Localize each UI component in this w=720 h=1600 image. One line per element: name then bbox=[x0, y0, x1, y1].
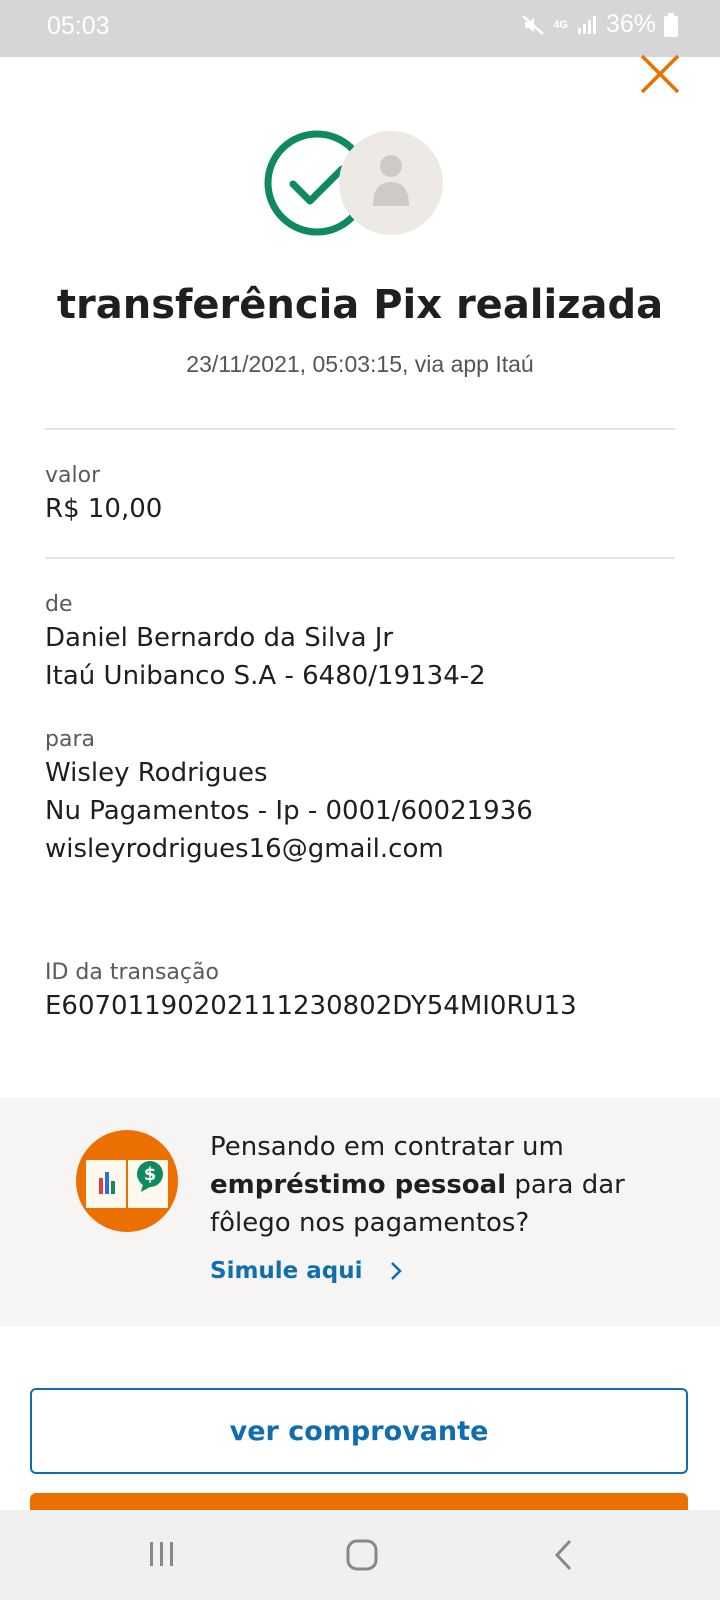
sender-bank: Itaú Unibanco S.A - 6480/19134-2 bbox=[45, 661, 486, 691]
promo-text-bold: empréstimo pessoal bbox=[210, 1170, 507, 1200]
recipient-email: wisleyrodrigues16@gmail.com bbox=[45, 834, 444, 864]
para-label: para bbox=[45, 727, 95, 752]
battery-icon bbox=[664, 12, 678, 37]
network-label: 4G bbox=[553, 18, 568, 31]
back-icon[interactable] bbox=[552, 1538, 576, 1572]
transaction-id-value: E60701190202111230802DY54MI0RU13 bbox=[45, 991, 577, 1021]
chevron-right-icon bbox=[390, 1262, 402, 1280]
loan-promo-card: $ Pensando em contratar um empréstimo pe… bbox=[0, 1098, 720, 1326]
promo-text: Pensando em contratar um empréstimo pess… bbox=[210, 1128, 680, 1242]
sender-name: Daniel Bernardo da Silva Jr bbox=[45, 623, 394, 653]
status-icons: 4G 36% bbox=[521, 10, 678, 39]
svg-text:$: $ bbox=[144, 1164, 157, 1185]
promo-text-start: Pensando em contratar um bbox=[210, 1132, 564, 1162]
system-navigation-bar bbox=[0, 1510, 720, 1600]
avatar-icon bbox=[339, 131, 443, 235]
signal-icon bbox=[577, 15, 596, 34]
success-hero bbox=[264, 130, 443, 236]
valor-value: R$ 10,00 bbox=[45, 494, 163, 524]
transaction-datetime: 23/11/2021, 05:03:15, via app Itaú bbox=[186, 351, 534, 377]
recipient-name: Wisley Rodrigues bbox=[45, 758, 268, 788]
de-label: de bbox=[45, 592, 73, 617]
simule-aqui-label: Simule aqui bbox=[210, 1258, 363, 1284]
recent-apps-icon[interactable] bbox=[146, 1538, 178, 1570]
status-bar: 05:03 4G 36% bbox=[0, 0, 720, 57]
page-title: transferência Pix realizada bbox=[56, 282, 664, 328]
recipient-bank: Nu Pagamentos - Ip - 0001/60021936 bbox=[45, 796, 533, 826]
valor-label: valor bbox=[45, 463, 101, 488]
ver-comprovante-button[interactable]: ver comprovante bbox=[30, 1388, 688, 1474]
mute-icon bbox=[522, 14, 545, 35]
transaction-id-label: ID da transação bbox=[45, 960, 219, 985]
loan-book-icon: $ bbox=[76, 1130, 178, 1232]
home-icon[interactable] bbox=[345, 1538, 379, 1572]
close-button[interactable] bbox=[638, 52, 682, 96]
status-time: 05:03 bbox=[47, 12, 110, 40]
simule-aqui-link[interactable]: Simule aqui bbox=[210, 1258, 403, 1284]
battery-percent: 36% bbox=[605, 10, 656, 38]
divider bbox=[45, 557, 675, 559]
divider bbox=[45, 428, 675, 430]
